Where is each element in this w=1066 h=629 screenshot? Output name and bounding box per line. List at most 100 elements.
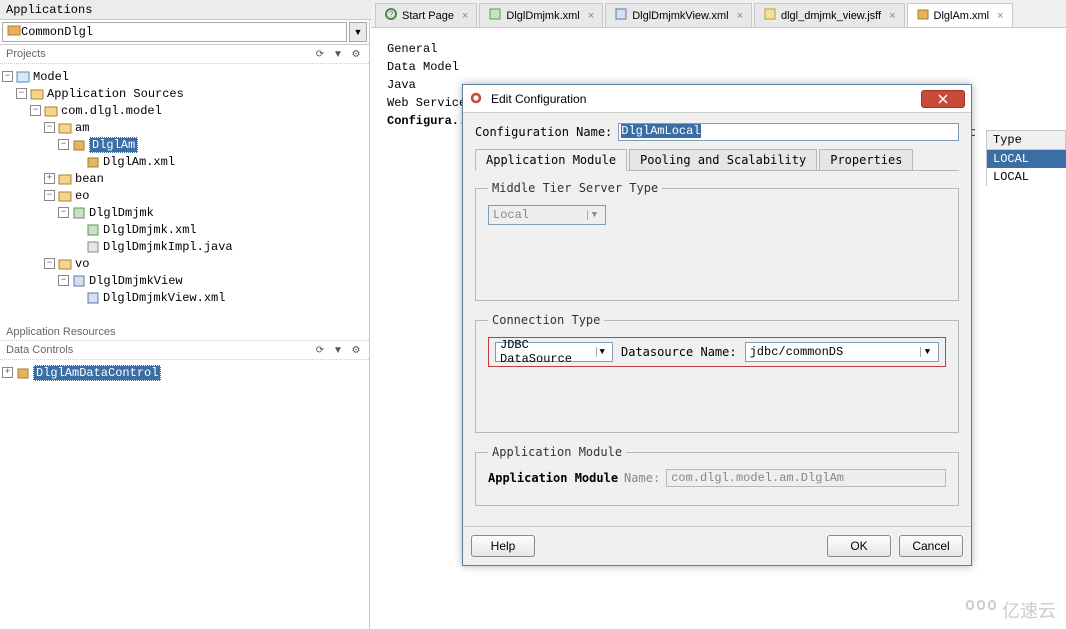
cancel-button[interactable]: Cancel (899, 535, 963, 557)
close-icon[interactable]: × (462, 10, 468, 22)
jsff-icon (763, 7, 777, 24)
xml-icon (614, 7, 628, 24)
types-row[interactable]: LOCAL (986, 168, 1066, 186)
tree-node-dlgldmjmkview[interactable]: −DlglDmjmkView (2, 272, 367, 289)
am-icon (916, 7, 930, 24)
tab-label: Start Page (402, 10, 454, 22)
tab-application-module[interactable]: Application Module (475, 149, 627, 171)
nav-general[interactable]: General (383, 40, 493, 58)
types-header[interactable]: Type (986, 130, 1066, 150)
close-icon[interactable]: × (737, 10, 743, 22)
editor-tabs: ? Start Page × DlglDmjmk.xml × DlglDmjmk… (371, 0, 1066, 28)
tab-start-page[interactable]: ? Start Page × (375, 3, 477, 27)
tree-node-dlgldmjmk-impl[interactable]: DlglDmjmkImpl.java (2, 238, 367, 255)
data-controls-label: Data Controls (6, 344, 313, 356)
am-name-input (666, 469, 946, 487)
am-legend: Application Module (488, 445, 626, 459)
app-resources-label: Application Resources (6, 326, 363, 338)
project-selector[interactable]: CommonDlgl (2, 22, 347, 42)
dialog-buttons: Help OK Cancel (463, 526, 971, 565)
am-label: Application Module (488, 471, 618, 485)
refresh-icon[interactable]: ⟳ (313, 343, 327, 357)
application-module-fieldset: Application Module Application Module Na… (475, 445, 959, 506)
datasource-name-combo[interactable]: jdbc/commonDS ▼ (745, 342, 939, 362)
middle-tier-select: Local ▼ (488, 205, 606, 225)
close-icon[interactable]: × (588, 10, 594, 22)
tree-node-bean[interactable]: +bean (2, 170, 367, 187)
tab-dlgldmjmk-xml[interactable]: DlglDmjmk.xml × (479, 3, 603, 27)
applications-label: Applications (6, 3, 92, 17)
tab-label: DlglAm.xml (934, 10, 990, 22)
filter-icon[interactable]: ▼ (331, 47, 345, 61)
ok-button[interactable]: OK (827, 535, 891, 557)
tab-properties[interactable]: Properties (819, 149, 913, 170)
types-panel: Type LOCAL LOCAL (986, 130, 1066, 186)
gear-icon[interactable]: ⚙ (349, 47, 363, 61)
edit-configuration-dialog: Edit Configuration Configuration Name: D… (462, 84, 972, 566)
tree-node-dlgldmjmk[interactable]: −DlglDmjmk (2, 204, 367, 221)
start-icon: ? (384, 7, 398, 24)
tree-node-app-sources[interactable]: −Application Sources (2, 85, 367, 102)
am-name-label: Name: (624, 471, 660, 485)
dialog-close-button[interactable] (921, 90, 965, 108)
conf-name-input[interactable]: DlglAmLocal (618, 123, 959, 141)
tab-pooling[interactable]: Pooling and Scalability (629, 149, 817, 170)
projects-panel-header: Projects ⟳ ▼ ⚙ (0, 45, 369, 64)
datasource-name-label: Datasource Name: (621, 345, 737, 359)
project-name: CommonDlgl (21, 25, 93, 39)
tree-node-vo[interactable]: −vo (2, 255, 367, 272)
watermark-text: 亿速云 (1002, 597, 1056, 623)
dialog-icon (469, 91, 485, 107)
connection-type-select[interactable]: JDBC DataSource ▼ (495, 342, 613, 362)
tab-label: DlglDmjmk.xml (506, 10, 579, 22)
datasource-name-value: jdbc/commonDS (750, 345, 844, 359)
projects-label: Projects (6, 48, 313, 60)
tree-node-dlgldmjmk-xml[interactable]: DlglDmjmk.xml (2, 221, 367, 238)
chevron-down-icon[interactable]: ▼ (596, 347, 609, 357)
gear-icon[interactable]: ⚙ (349, 343, 363, 357)
nav-data-model[interactable]: Data Model (383, 58, 493, 76)
middle-tier-fieldset: Middle Tier Server Type Local ▼ (475, 181, 959, 301)
tree-node-eo[interactable]: −eo (2, 187, 367, 204)
dialog-titlebar[interactable]: Edit Configuration (463, 85, 971, 113)
connection-type-fieldset: Connection Type JDBC DataSource ▼ Dataso… (475, 313, 959, 433)
dialog-body: Configuration Name: DlglAmLocal Applicat… (463, 113, 971, 526)
data-controls-header: Data Controls ⟳ ▼ ⚙ (0, 341, 369, 360)
tree-node-model[interactable]: −Model (2, 68, 367, 85)
project-tree: −Model −Application Sources −com.dlgl.mo… (0, 64, 369, 324)
dialog-title: Edit Configuration (491, 92, 921, 106)
help-button[interactable]: Help (471, 535, 535, 557)
editor-area: General Data Model Java Web Service Conf… (371, 28, 1066, 52)
types-row[interactable]: LOCAL (986, 150, 1066, 168)
conf-name-label: Configuration Name: (475, 125, 612, 139)
dialog-tabs: Application Module Pooling and Scalabili… (475, 149, 959, 171)
chevron-down-icon: ▼ (587, 210, 601, 220)
conf-name-value: DlglAmLocal (621, 124, 700, 138)
xml-icon (488, 7, 502, 24)
close-icon[interactable]: × (997, 10, 1003, 22)
data-control-item[interactable]: +DlglAmDataControl (2, 364, 367, 381)
connection-type-value: JDBC DataSource (500, 338, 596, 366)
tab-dlgldmjmkview-xml[interactable]: DlglDmjmkView.xml × (605, 3, 752, 27)
project-selector-row: CommonDlgl ▼ (0, 20, 369, 45)
filter-icon[interactable]: ▼ (331, 343, 345, 357)
connection-legend: Connection Type (488, 313, 604, 327)
left-column: CommonDlgl ▼ Projects ⟳ ▼ ⚙ −Model −Appl… (0, 20, 370, 629)
project-icon (7, 23, 21, 41)
datasource-row: JDBC DataSource ▼ Datasource Name: jdbc/… (488, 337, 946, 367)
tab-jsff[interactable]: dlgl_dmjmk_view.jsff × (754, 3, 905, 27)
refresh-icon[interactable]: ⟳ (313, 47, 327, 61)
watermark: 亿速云 (966, 597, 1056, 623)
tree-node-pkg[interactable]: −com.dlgl.model (2, 102, 367, 119)
tree-node-dlglam[interactable]: −DlglAm (2, 136, 367, 153)
tree-node-dlgldmjmkview-xml[interactable]: DlglDmjmkView.xml (2, 289, 367, 306)
chevron-down-icon[interactable]: ▼ (920, 347, 934, 357)
tab-dlglam-xml[interactable]: DlglAm.xml × (907, 3, 1013, 27)
data-controls-tree: +DlglAmDataControl (0, 360, 369, 385)
tree-node-dlglam-xml[interactable]: DlglAm.xml (2, 153, 367, 170)
project-dropdown-button[interactable]: ▼ (349, 22, 367, 42)
app-resources-header[interactable]: Application Resources (0, 324, 369, 341)
tree-node-am[interactable]: −am (2, 119, 367, 136)
close-icon[interactable]: × (889, 10, 895, 22)
tab-label: DlglDmjmkView.xml (632, 10, 728, 22)
